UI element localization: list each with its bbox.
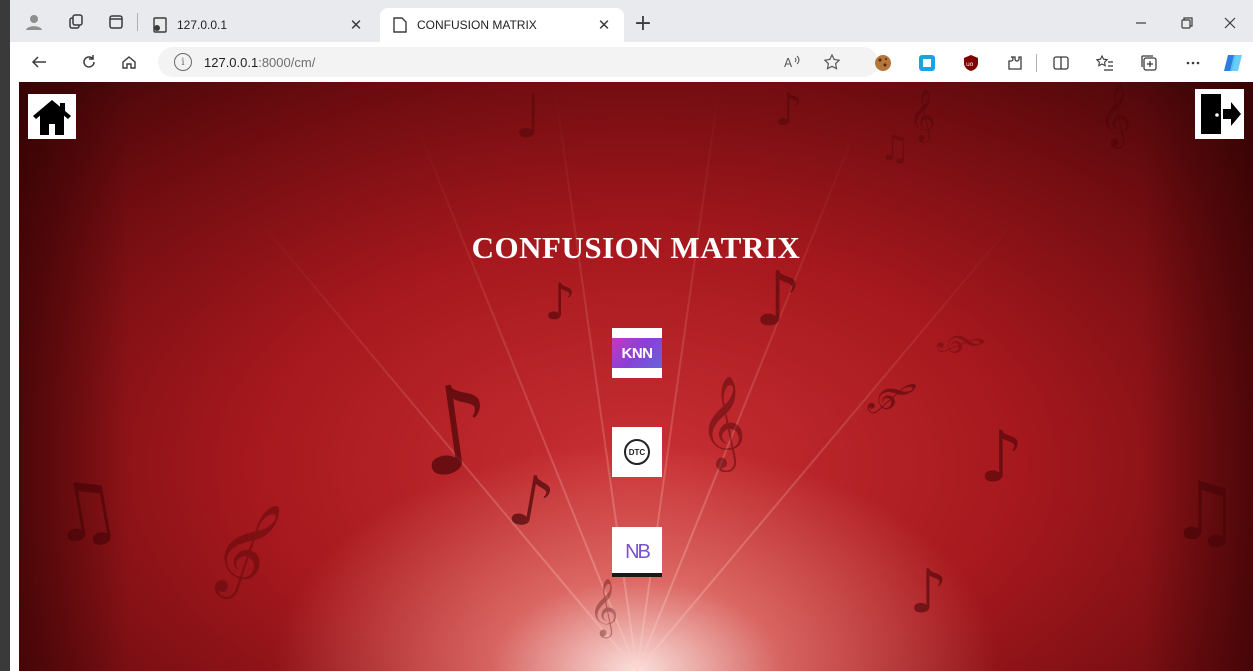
music-note-icon: ♫ [41,459,129,564]
extensions-icon[interactable] [1004,52,1026,74]
close-tab-icon[interactable]: ✕ [346,15,366,35]
music-note-icon: ♪ [909,557,948,627]
minimize-icon[interactable] [1118,8,1164,38]
close-tab-icon[interactable]: ✕ [594,15,614,35]
svg-text:uo: uo [966,61,974,68]
music-note-icon: ♫ [1169,465,1241,558]
back-icon[interactable] [26,50,52,74]
translate-extension-icon[interactable] [916,52,938,74]
logout-button[interactable] [1195,89,1244,139]
logout-icon [1200,94,1241,134]
music-note-icon: ♪ [979,416,1024,498]
light-ray [636,124,859,671]
site-info-icon[interactable]: i [174,53,192,71]
page-title: CONFUSION MATRIX [471,230,801,265]
restore-icon[interactable] [1164,8,1210,38]
favorites-icon[interactable] [1094,52,1116,74]
navigation-bar: i 127.0.0.1:8000/cm/ A uo [10,42,1253,82]
knn-button[interactable]: KNN [612,328,662,378]
music-note-icon: ♫ [879,129,911,169]
tab-title: CONFUSION MATRIX [417,18,537,32]
more-options-icon[interactable] [1182,52,1204,74]
tab-actions-icon[interactable] [106,12,126,32]
url-host: 127.0.0.1 [204,54,259,70]
url-path: :8000/cm/ [258,54,316,70]
knn-logo: KNN [612,328,662,378]
profile-icon[interactable] [24,12,44,32]
nb-logo-bar [612,573,662,577]
tab-separator [137,13,138,31]
nb-logo: NB [625,540,651,563]
tab-confusion-matrix[interactable]: CONFUSION MATRIX ✕ [380,8,624,42]
svg-text:A: A [784,56,793,69]
treble-clef-icon: 𝄞 [909,88,936,141]
dtc-button[interactable]: DTC [612,427,662,477]
page-background: ♪ ♪ 𝄞 𝄞 ♫ ♫ ♪ ♪ ♪ 𝄞 𝄞 𝄞 ♩ ♪ ♫ ♪ 𝄞 𝄞 CONF… [19,82,1253,671]
tab-strip: 127.0.0.1 ✕ CONFUSION MATRIX ✕ + [10,0,1253,42]
tab-localhost[interactable]: 127.0.0.1 ✕ [140,8,376,42]
toolbar-separator [1036,54,1037,72]
favorite-star-icon[interactable] [822,53,842,71]
treble-clef-icon: 𝄞 [936,326,986,358]
workspaces-icon[interactable] [66,12,86,32]
browser-home-icon[interactable] [116,50,142,74]
nb-button[interactable]: NB [612,527,662,577]
page-icon [392,17,408,33]
music-note-icon: ♪ [754,255,802,343]
music-note-icon: ♪ [407,357,503,506]
dtc-logo: DTC [624,439,650,465]
refresh-icon[interactable] [76,50,102,74]
music-note-icon: ♪ [774,83,803,136]
light-ray [636,219,1017,671]
music-note-icon: ♪ [502,457,561,547]
music-note-icon: ♩ [514,82,543,152]
treble-clef-icon: 𝄞 [589,578,619,636]
window-edge [0,0,10,671]
tab-title: 127.0.0.1 [177,18,228,32]
read-aloud-icon[interactable]: A [782,53,802,71]
copilot-icon[interactable] [1222,52,1244,74]
close-icon[interactable] [1207,8,1253,38]
background-shade [19,82,129,671]
home-button[interactable] [28,94,76,139]
music-note-icon: ♪ [544,273,576,331]
address-bar[interactable]: i 127.0.0.1:8000/cm/ A [158,47,878,77]
collections-icon[interactable] [1138,52,1160,74]
ublock-origin-icon[interactable]: uo [960,52,982,74]
split-screen-icon[interactable] [1050,52,1072,74]
treble-clef-icon: 𝄞 [196,487,296,606]
treble-clef-icon: 𝄞 [699,375,747,468]
new-tab-button[interactable]: + [630,10,656,36]
treble-clef-icon: 𝄞 [1099,82,1132,146]
background-shade [1143,82,1253,671]
page-loading-icon [152,17,168,33]
home-icon [33,99,71,135]
cookie-extension-icon[interactable] [872,52,894,74]
treble-clef-icon: 𝄞 [862,369,922,420]
